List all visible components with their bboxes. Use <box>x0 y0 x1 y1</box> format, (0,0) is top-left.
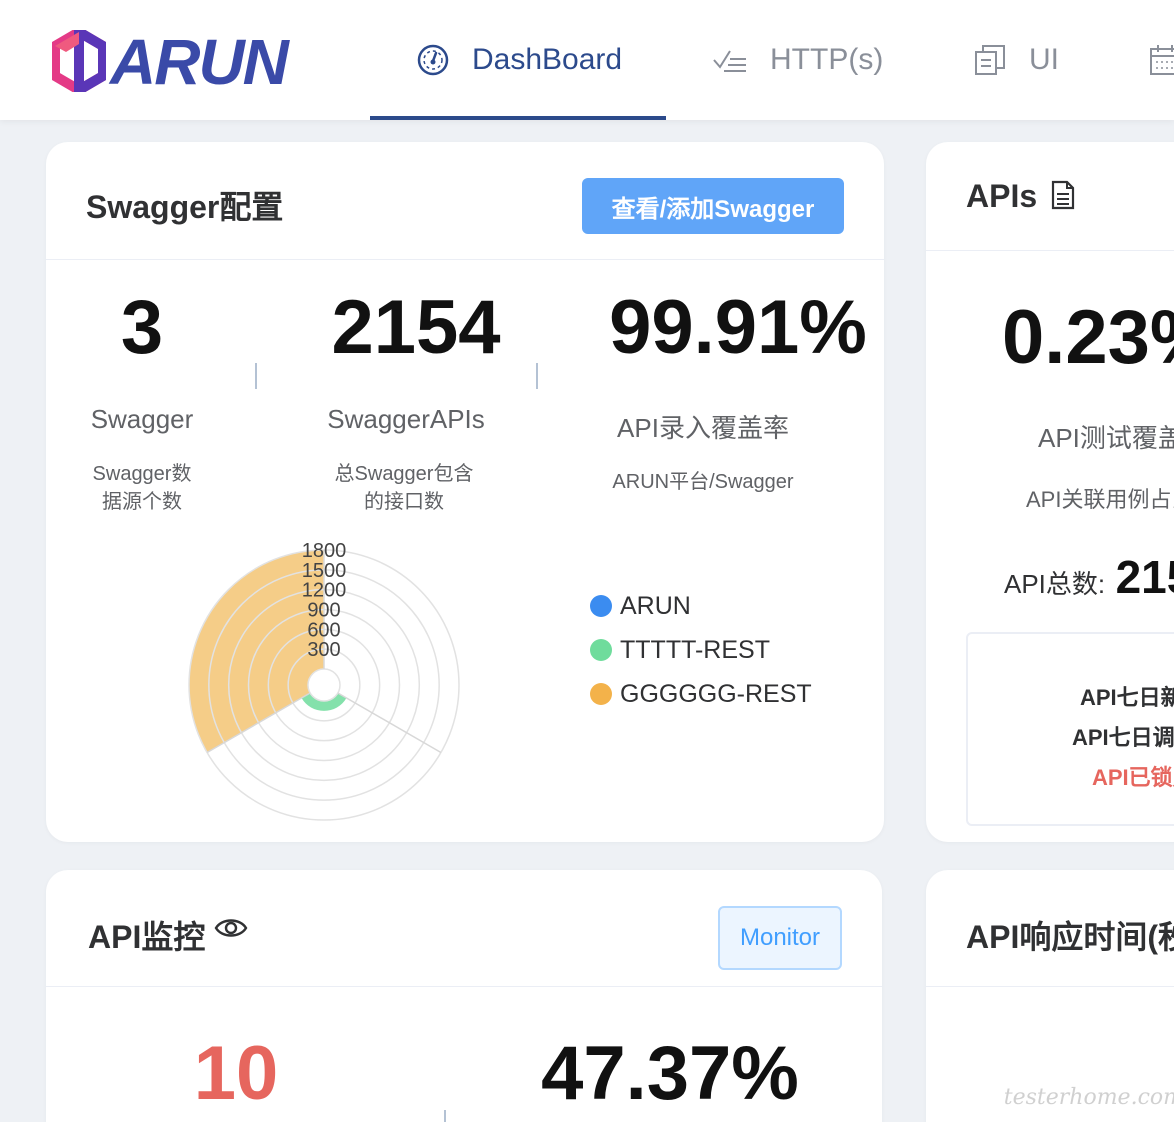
legend-label-ttttt-rest: TTTTT-REST <box>620 635 770 664</box>
copy-document-icon <box>975 45 1005 75</box>
api-locked: API已锁定 <box>1092 765 1174 790</box>
tab-ui-label: UI <box>1029 43 1059 76</box>
stat-divider <box>255 363 257 389</box>
api-test-coverage-value: 0.23% <box>1002 295 1174 380</box>
polar-tick-label: 1500 <box>302 560 347 582</box>
top-navbar: ARUN DashBoard HTTP(s) UI <box>0 0 1174 120</box>
tab-https[interactable]: HTTP(s) <box>712 0 883 120</box>
watermark: testerhome.com <box>1003 1085 1174 1110</box>
polar-bar-arun <box>324 668 341 694</box>
swagger-apis-label: SwaggerAPIs <box>327 404 485 434</box>
view-add-swagger-button[interactable]: 查看/添加Swagger <box>582 178 844 234</box>
api-weekly-new: API七日新增 <box>1080 685 1174 710</box>
legend-item-gggggg-rest[interactable]: GGGGGG-REST <box>590 672 812 716</box>
legend-dot-arun <box>590 595 612 617</box>
apis-card: APIs 0.23% API测试覆盖率 API关联用例占比 API总数: 215… <box>926 142 1174 842</box>
legend-item-ttttt-rest[interactable]: TTTTT-REST <box>590 628 812 672</box>
api-weekly-calls: API七日调用 <box>1072 725 1174 750</box>
api-total: API总数: 2154 <box>1004 550 1174 604</box>
monitor-card-header: API监控 Monitor <box>46 870 882 987</box>
arun-logo[interactable]: ARUN <box>52 26 342 98</box>
coverage-desc: ARUN平台/Swagger <box>612 471 794 493</box>
api-monitor-card: API监控 Monitor 10 47.37% <box>46 870 882 1122</box>
logo-text: ARUN <box>110 26 289 98</box>
swagger-config-card: Swagger配置 查看/添加Swagger 3 Swagger Swagger… <box>46 142 884 842</box>
polar-bar-ttttt-rest <box>301 693 347 711</box>
gauge-icon <box>417 44 449 76</box>
legend-dot-ttttt-rest <box>590 639 612 661</box>
polar-tick-label: 900 <box>307 600 340 622</box>
tab-calendar[interactable] <box>1148 0 1174 120</box>
polar-tick-label: 300 <box>307 639 340 661</box>
polar-tick-label: 600 <box>307 619 340 641</box>
tab-dashboard-label: DashBoard <box>472 43 623 76</box>
swagger-apis-value: 2154 <box>331 285 501 370</box>
eye-icon <box>214 919 248 937</box>
api-total-value: 2154 <box>1115 551 1174 603</box>
apis-card-header: APIs <box>926 142 1174 251</box>
apis-card-title: APIs <box>966 178 1038 214</box>
checklist-icon <box>713 50 746 72</box>
chart-legend: ARUN TTTTT-REST GGGGGG-REST <box>590 584 812 716</box>
swagger-apis-desc: 总Swagger包含 的接口数 <box>304 460 504 516</box>
coverage-value: 99.91% <box>609 285 867 370</box>
swagger-apis-desc-line1: 总Swagger包含 <box>334 463 474 485</box>
api-total-label: API总数: <box>1004 569 1106 599</box>
tab-ui[interactable]: UI <box>973 0 1059 120</box>
polar-grid-ring <box>307 668 341 702</box>
api-case-ratio-desc: API关联用例占比 <box>1026 487 1174 512</box>
swagger-polar-chart: 180015001200900600300 <box>188 540 460 821</box>
response-card-title: API响应时间(秒) <box>966 919 1174 955</box>
swagger-count-value: 3 <box>120 285 164 370</box>
tab-https-label: HTTP(s) <box>770 43 884 76</box>
legend-dot-gggggg-rest <box>590 683 612 705</box>
monitor-button[interactable]: Monitor <box>718 906 842 970</box>
polar-spoke <box>337 692 442 754</box>
swagger-count-desc-line2: 据源个数 <box>102 491 182 513</box>
swagger-apis-desc-line2: 的接口数 <box>364 491 444 513</box>
tab-dashboard[interactable]: DashBoard <box>370 0 666 120</box>
monitor-value-2: 47.37% <box>541 1031 799 1116</box>
legend-label-arun: ARUN <box>620 591 691 620</box>
legend-label-gggggg-rest: GGGGGG-REST <box>620 679 812 708</box>
polar-tick-label: 1200 <box>302 580 347 602</box>
stat-divider <box>536 363 538 389</box>
legend-item-arun[interactable]: ARUN <box>590 584 812 628</box>
swagger-card-header: Swagger配置 查看/添加Swagger <box>46 142 884 260</box>
monitor-value-1: 10 <box>193 1031 279 1116</box>
response-card-header: API响应时间(秒) <box>926 870 1174 987</box>
swagger-count-desc-line1: Swagger数 <box>92 463 192 485</box>
polar-tick-label: 1800 <box>302 540 347 562</box>
logo-hexagon-icon <box>52 30 106 92</box>
stat-divider <box>444 1110 446 1122</box>
api-test-coverage-label: API测试覆盖率 <box>1038 423 1174 453</box>
calendar-icon <box>1150 45 1174 75</box>
api-weekly-stats-box: API七日新增 API七日调用 API已锁定 <box>966 632 1174 826</box>
swagger-count-label: Swagger <box>90 404 194 434</box>
coverage-label: API录入覆盖率 <box>617 413 789 443</box>
document-icon <box>1051 180 1075 210</box>
swagger-card-title: Swagger配置 <box>86 189 284 225</box>
monitor-card-title: API监控 <box>88 919 206 955</box>
swagger-count-desc: Swagger数 据源个数 <box>62 460 222 516</box>
